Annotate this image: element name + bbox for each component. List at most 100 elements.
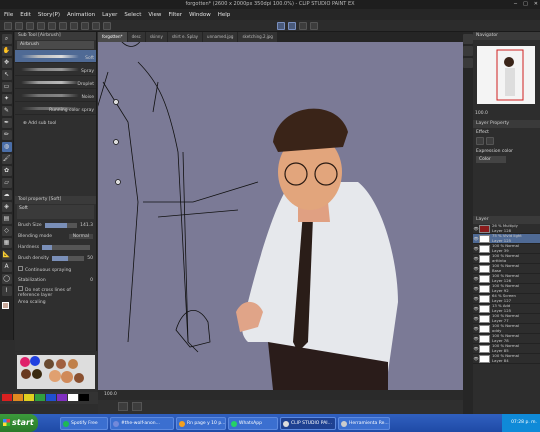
navigator-zoom[interactable]: 100.0: [475, 111, 488, 116]
tab-skinny[interactable]: skinny: [145, 32, 167, 42]
figure-icon[interactable]: ◇: [1, 226, 12, 236]
pencil-icon[interactable]: ✏: [1, 130, 12, 140]
menu-view[interactable]: View: [148, 12, 161, 18]
swatch-red[interactable]: [2, 394, 12, 401]
move-icon[interactable]: ✥: [1, 58, 12, 68]
navigator-tab-icon[interactable]: [463, 34, 473, 44]
taskbar-spotify[interactable]: Spotify Free: [60, 416, 108, 430]
border-effect-button[interactable]: [476, 137, 484, 145]
brush-soft[interactable]: Soft: [15, 50, 96, 63]
tab-forgotten[interactable]: forgotten*: [98, 32, 127, 42]
brush-size-row[interactable]: Brush Size 141.3: [15, 220, 96, 231]
operation-icon[interactable]: ↖: [1, 70, 12, 80]
blending-row[interactable]: Blending mode Normal: [15, 231, 96, 242]
drawing-canvas[interactable]: [98, 42, 463, 390]
ruler-icon[interactable]: 📐: [1, 250, 12, 260]
maximize-icon[interactable]: □: [523, 0, 528, 9]
stabilization-row[interactable]: Stabilization 0: [15, 275, 96, 286]
airbrush-icon[interactable]: ◍: [1, 142, 12, 152]
zoom-icon[interactable]: ⌕: [1, 34, 12, 44]
invert-button[interactable]: [103, 21, 111, 30]
blending-select[interactable]: Normal: [68, 234, 93, 239]
tab-shirt[interactable]: shirt e. Splay: [167, 32, 203, 42]
balloon-icon[interactable]: ◯: [1, 274, 12, 284]
transform-button[interactable]: [81, 21, 89, 30]
clock[interactable]: 07:28 p. m.: [511, 420, 537, 425]
layer-new-icon[interactable]: [118, 402, 128, 411]
continuous-row[interactable]: Continuous spraying: [15, 264, 96, 275]
menu-help[interactable]: Help: [218, 12, 231, 18]
fill-icon[interactable]: ◈: [1, 202, 12, 212]
eyedropper-icon[interactable]: ✎: [1, 106, 12, 116]
menu-file[interactable]: File: [4, 12, 13, 18]
zoom-readout[interactable]: 100.0: [104, 392, 117, 397]
swatch-yellow[interactable]: [24, 394, 34, 401]
brush-noise[interactable]: Noise: [15, 89, 96, 102]
eraser-icon[interactable]: ▱: [1, 178, 12, 188]
swatch-green[interactable]: [35, 394, 45, 401]
snap-perspective-button[interactable]: [299, 21, 307, 30]
subtool-group-tab[interactable]: Airbrush: [17, 41, 94, 49]
save-button[interactable]: [26, 21, 34, 30]
correct-line-icon[interactable]: ⌇: [1, 286, 12, 296]
color-palette-image[interactable]: [15, 352, 97, 392]
hardness-row[interactable]: Hardness: [15, 242, 96, 253]
snap-grid-button[interactable]: [288, 21, 296, 30]
snap-ruler-button[interactable]: [277, 21, 285, 30]
selection-icon[interactable]: ▭: [1, 82, 12, 92]
open-button[interactable]: [15, 21, 23, 30]
menu-filter[interactable]: Filter: [168, 12, 182, 18]
menu-story[interactable]: Story(P): [38, 12, 60, 18]
menu-edit[interactable]: Edit: [20, 12, 31, 18]
swatch-black[interactable]: [79, 394, 89, 401]
brush-droplet[interactable]: Droplet: [15, 76, 96, 89]
tab-sketching[interactable]: sketching.2.jpg: [238, 32, 277, 42]
clear-button[interactable]: [59, 21, 67, 30]
redo-button[interactable]: [48, 21, 56, 30]
layer-delete-icon[interactable]: [132, 402, 142, 411]
brush-spray[interactable]: Spray: [15, 63, 96, 76]
menu-animation[interactable]: Animation: [67, 12, 95, 18]
subview-tab-icon[interactable]: [463, 46, 473, 56]
tab-desc[interactable]: desc: [127, 32, 145, 42]
pen-icon[interactable]: ✒: [1, 118, 12, 128]
frame-icon[interactable]: ▦: [1, 238, 12, 248]
swatch-white[interactable]: [68, 394, 78, 401]
swatch-blue[interactable]: [46, 394, 56, 401]
fill-button[interactable]: [70, 21, 78, 30]
tone-effect-button[interactable]: [486, 137, 494, 145]
taskbar-discord[interactable]: #the-wolf-anon...: [110, 416, 174, 430]
density-row[interactable]: Brush density 50: [15, 253, 96, 264]
taskbar-whatsapp[interactable]: WhatsApp: [228, 416, 278, 430]
text-icon[interactable]: A: [1, 262, 12, 272]
decoration-icon[interactable]: ✿: [1, 166, 12, 176]
close-icon[interactable]: ✕: [534, 0, 538, 9]
new-file-button[interactable]: [4, 21, 12, 30]
undo-button[interactable]: [37, 21, 45, 30]
swatch-orange[interactable]: [13, 394, 23, 401]
main-color-swatch[interactable]: [2, 302, 12, 312]
navigator-thumbnail[interactable]: [477, 46, 535, 104]
gradient-icon[interactable]: ▤: [1, 214, 12, 224]
minimize-icon[interactable]: ─: [514, 0, 517, 9]
menu-select[interactable]: Select: [124, 12, 141, 18]
menu-layer[interactable]: Layer: [102, 12, 117, 18]
deselect-button[interactable]: [92, 21, 100, 30]
swatch-purple[interactable]: [57, 394, 67, 401]
layer-row[interactable]: 👁 100 % Normal Layer 84: [473, 353, 540, 364]
refer-layer-row[interactable]: Do not cross lines of reference layer: [15, 285, 96, 298]
brush-icon[interactable]: 🖌: [1, 154, 12, 164]
add-subtool-button[interactable]: ⊕ Add sub tool: [15, 121, 96, 126]
hand-icon[interactable]: ✋: [1, 46, 12, 56]
ruler-toggle-button[interactable]: [310, 21, 318, 30]
start-button[interactable]: start: [0, 414, 38, 432]
brush-running-color-spray[interactable]: Running color spray: [15, 102, 96, 115]
area-scaling-row[interactable]: Area scaling: [15, 297, 96, 308]
taskbar-herramienta[interactable]: Herramienta Re...: [338, 416, 390, 430]
auto-select-icon[interactable]: ✦: [1, 94, 12, 104]
info-tab-icon[interactable]: [463, 58, 473, 68]
taskbar-clip-studio[interactable]: CLIP STUDIO PAI...: [280, 416, 336, 430]
expression-color-select[interactable]: Color: [476, 156, 506, 163]
menu-window[interactable]: Window: [189, 12, 211, 18]
taskbar-browser[interactable]: Rn page y 10 p...: [176, 416, 226, 430]
